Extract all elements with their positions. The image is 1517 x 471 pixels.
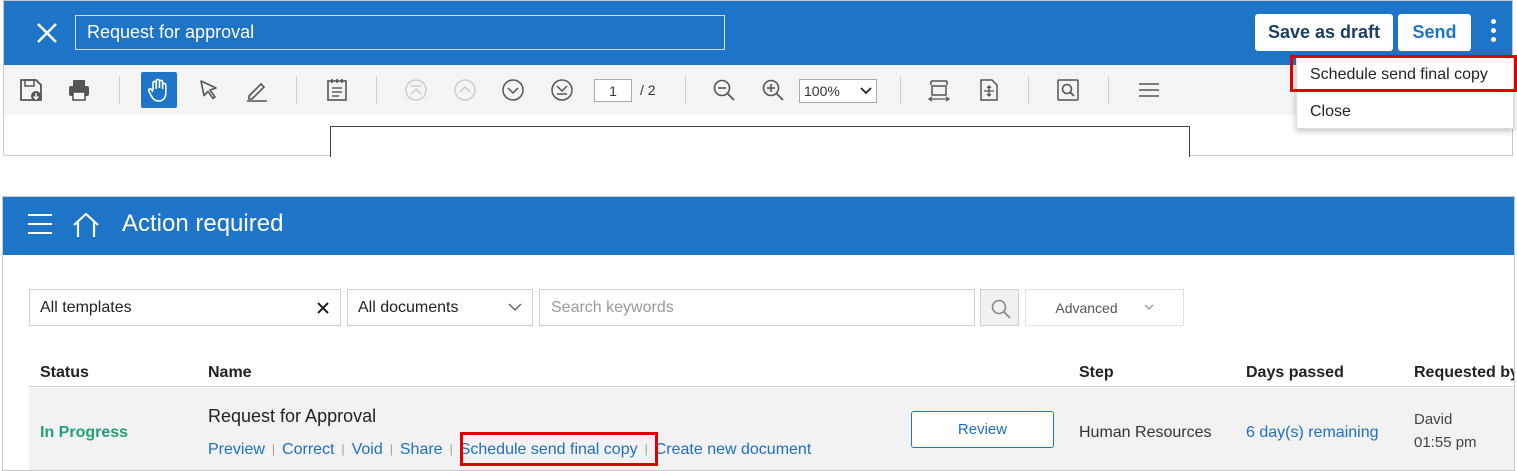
action-required-header: Action required xyxy=(3,197,1514,255)
column-status[interactable]: Status xyxy=(40,364,89,382)
document-editor-panel: Save as draft Send xyxy=(3,0,1514,157)
search-icon xyxy=(991,299,1011,319)
more-options-icon[interactable] xyxy=(1486,19,1500,47)
pdf-toolbar: / 2 100% xyxy=(4,65,1512,115)
zoom-in-icon[interactable] xyxy=(760,77,786,103)
hand-tool-button[interactable] xyxy=(141,72,177,108)
zoom-level-value: 100% xyxy=(804,83,840,99)
requested-by-time: 01:55 pm xyxy=(1414,434,1477,451)
page-total: / 2 xyxy=(640,82,656,98)
search-button[interactable] xyxy=(980,289,1019,326)
hand-icon xyxy=(147,78,167,102)
menu-item-close[interactable]: Close xyxy=(1297,94,1513,130)
more-tools-icon[interactable] xyxy=(1136,77,1162,103)
status-badge: In Progress xyxy=(40,424,129,441)
notes-icon[interactable] xyxy=(324,77,350,103)
chevron-down-icon xyxy=(860,87,872,95)
search-input[interactable] xyxy=(539,289,975,326)
close-icon[interactable] xyxy=(31,17,63,49)
templates-filter[interactable]: All templates xyxy=(29,289,341,326)
print-icon[interactable] xyxy=(66,77,92,103)
table-header: Status Name Step Days passed Requested b… xyxy=(29,357,1514,387)
documents-filter[interactable]: All documents xyxy=(347,289,533,326)
share-link[interactable]: Share xyxy=(400,441,443,458)
templates-filter-value: All templates xyxy=(40,298,132,316)
toolbar-divider xyxy=(1108,76,1109,104)
preview-link[interactable]: Preview xyxy=(208,441,265,458)
editor-title-bar: Save as draft Send xyxy=(4,1,1512,65)
hamburger-menu-icon[interactable] xyxy=(28,214,52,236)
save-as-draft-button[interactable]: Save as draft xyxy=(1255,14,1393,51)
create-new-document-link[interactable]: Create new document xyxy=(655,441,812,458)
schedule-send-final-copy-link[interactable]: Schedule send final copy xyxy=(460,441,638,458)
home-icon[interactable] xyxy=(71,211,101,239)
select-pointer-icon[interactable] xyxy=(196,77,222,103)
document-name: Request for Approval xyxy=(208,406,377,426)
step-value: Human Resources xyxy=(1079,424,1212,441)
last-page-icon[interactable] xyxy=(549,77,575,103)
page-number-input[interactable] xyxy=(594,79,632,102)
days-remaining-link[interactable]: 6 day(s) remaining xyxy=(1246,424,1379,442)
toolbar-divider xyxy=(685,76,686,104)
send-button[interactable]: Send xyxy=(1398,14,1471,51)
table-row[interactable]: In Progress Request for Approval Preview… xyxy=(29,388,1514,470)
document-page-preview xyxy=(330,126,1190,157)
find-icon[interactable] xyxy=(1055,77,1081,103)
review-button[interactable]: Review xyxy=(911,411,1054,448)
documents-filter-value: All documents xyxy=(358,298,459,316)
requested-by-name: David xyxy=(1414,411,1453,428)
toolbar-divider xyxy=(1028,76,1029,104)
fit-width-icon[interactable] xyxy=(926,77,952,103)
menu-item-schedule-send-final-copy[interactable]: Schedule send final copy xyxy=(1297,57,1513,93)
action-required-panel: Action required All templates All docume… xyxy=(2,196,1515,471)
row-actions: Preview | Correct | Void | Share | Schedule send… xyxy=(208,441,812,458)
chevron-down-icon xyxy=(1144,304,1154,310)
chevron-down-icon xyxy=(508,303,522,312)
column-days-passed[interactable]: Days passed xyxy=(1246,364,1344,382)
void-link[interactable]: Void xyxy=(352,441,383,458)
pencil-icon[interactable] xyxy=(244,77,270,103)
toolbar-divider xyxy=(119,76,120,104)
correct-link[interactable]: Correct xyxy=(282,441,334,458)
save-icon[interactable] xyxy=(18,77,44,103)
toolbar-divider xyxy=(376,76,377,104)
column-step[interactable]: Step xyxy=(1079,364,1114,382)
document-title-input[interactable] xyxy=(75,15,725,50)
toolbar-divider xyxy=(900,76,901,104)
more-options-menu: Schedule send final copy Close xyxy=(1296,55,1514,129)
page-title: Action required xyxy=(122,210,284,237)
advanced-search-button[interactable]: Advanced xyxy=(1025,289,1184,326)
column-requested-by[interactable]: Requested by xyxy=(1414,364,1514,382)
fit-page-icon[interactable] xyxy=(976,77,1002,103)
advanced-label: Advanced xyxy=(1055,299,1118,316)
toolbar-divider xyxy=(296,76,297,104)
column-name[interactable]: Name xyxy=(208,364,252,382)
zoom-level-select[interactable]: 100% xyxy=(799,79,877,103)
first-page-icon[interactable] xyxy=(403,77,429,103)
clear-icon[interactable] xyxy=(316,301,330,315)
zoom-out-icon[interactable] xyxy=(711,77,737,103)
next-page-icon[interactable] xyxy=(500,77,526,103)
previous-page-icon[interactable] xyxy=(452,77,478,103)
